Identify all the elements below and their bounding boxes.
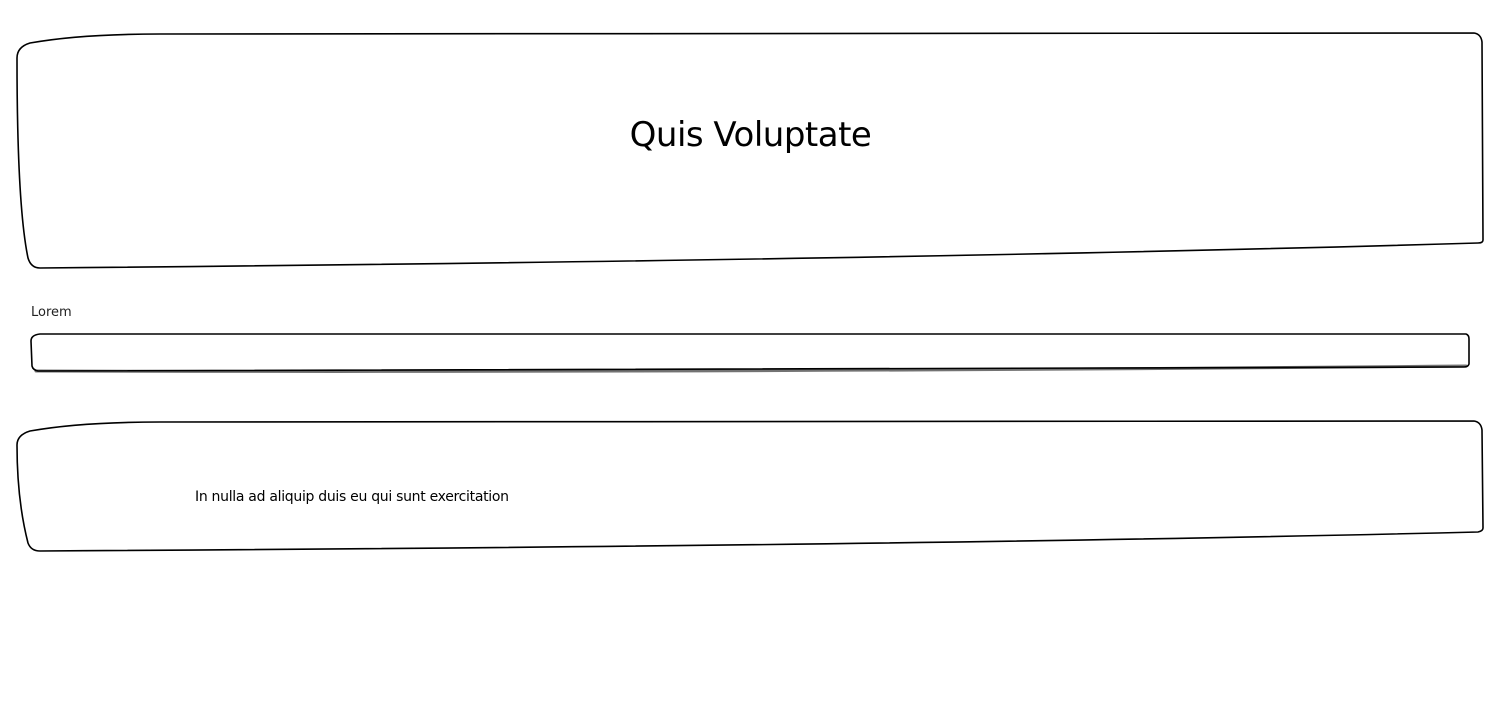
content-text: In nulla ad aliquip duis eu qui sunt exe… bbox=[195, 489, 509, 505]
lorem-input[interactable] bbox=[36, 337, 1464, 367]
content-card: In nulla ad aliquip duis eu qui sunt exe… bbox=[18, 422, 1483, 550]
page-title: Quis Voluptate bbox=[629, 114, 872, 155]
header-card: Quis Voluptate bbox=[18, 34, 1483, 268]
lorem-field-label: Lorem bbox=[31, 305, 72, 320]
